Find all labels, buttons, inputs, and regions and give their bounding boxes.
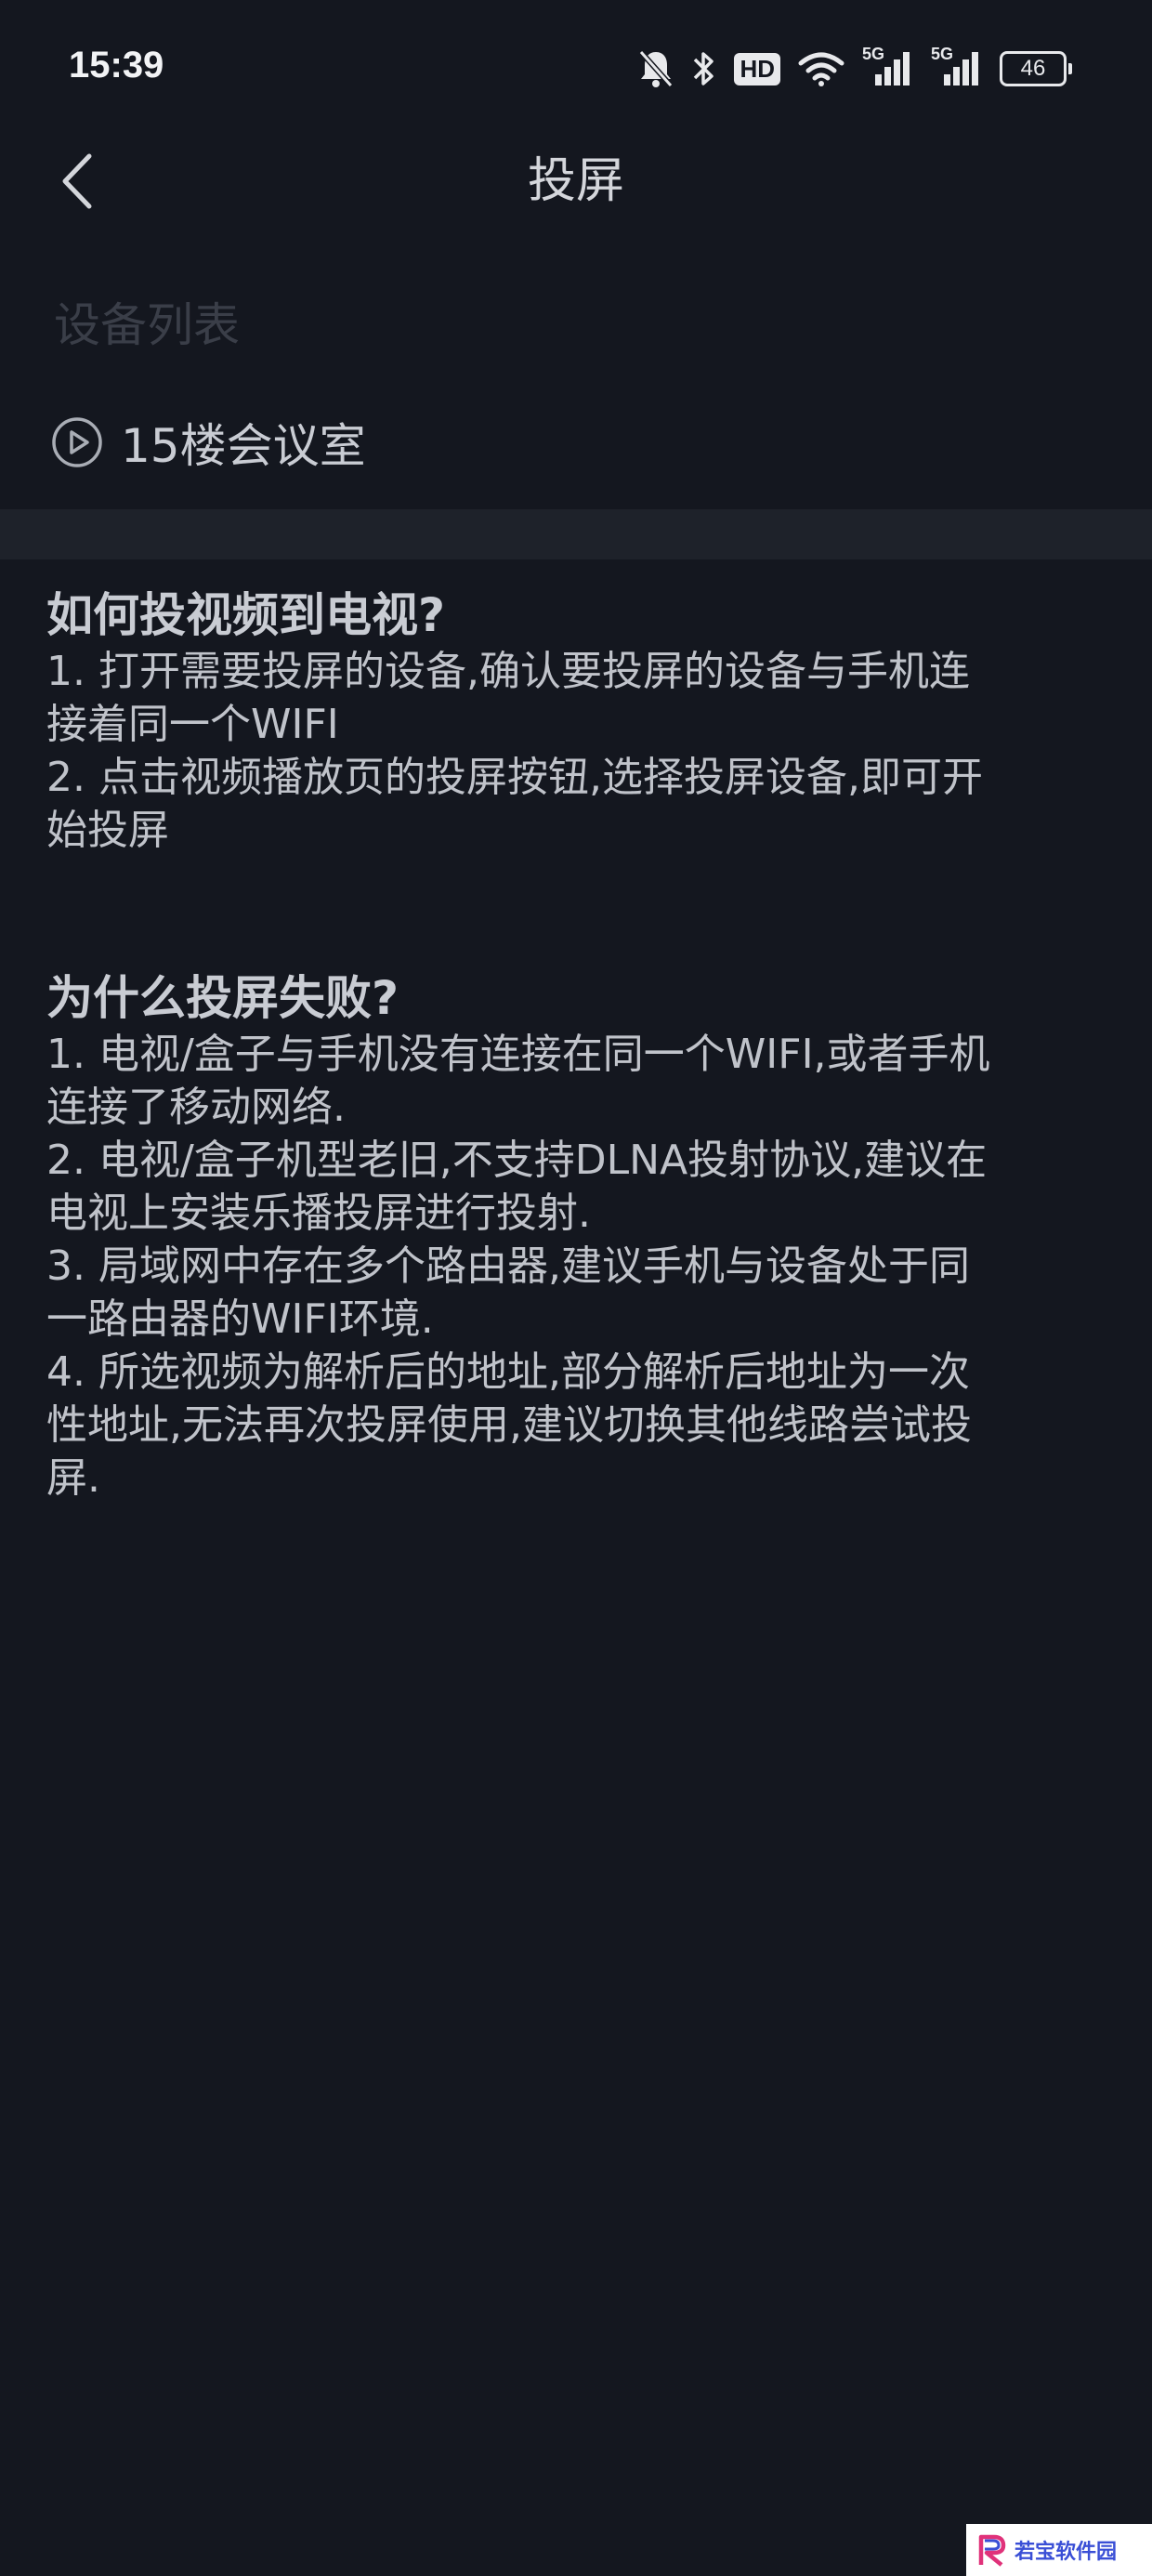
watermark-text: 若宝软件园: [1015, 2541, 1118, 2564]
help-line: 始投屏: [46, 807, 169, 854]
nav-bar: 投屏: [0, 130, 1152, 256]
hd-label: HD: [740, 54, 775, 83]
play-circle-icon: [52, 417, 102, 467]
help-why: 为什么投屏失败? 1. 电视/盒子与手机没有连接在同一个WIFI,或者手机 连接…: [46, 968, 1096, 1505]
device-item[interactable]: 15楼会议室: [50, 405, 366, 480]
bell-muted-icon: [637, 48, 674, 89]
status-icons: HD 5G 5G 46: [637, 45, 1072, 93]
help-line: 一路由器的WIFI环境.: [46, 1295, 434, 1343]
help-title: 如何投视频到电视?: [46, 588, 446, 642]
help-line: 接着同一个WIFI: [46, 701, 339, 748]
help-content: 如何投视频到电视? 1. 打开需要投屏的设备,确认要投屏的设备与手机连 接着同一…: [46, 585, 1096, 1505]
section-divider: [0, 509, 1152, 559]
help-line: 连接了移动网络.: [46, 1084, 346, 1131]
signal-label: 5G: [931, 45, 954, 63]
help-line: 2. 点击视频播放页的投屏按钮,选择投屏设备,即可开: [46, 754, 983, 801]
device-name: 15楼会议室: [121, 419, 366, 473]
help-line: 屏.: [46, 1454, 100, 1502]
status-time: 15:39: [69, 45, 164, 85]
signal-icon: 5G: [931, 45, 983, 87]
bluetooth-icon: [691, 48, 717, 89]
help-line: 1. 电视/盒子与手机没有连接在同一个WIFI,或者手机: [46, 1031, 990, 1078]
help-line: 性地址,无法再次投屏使用,建议切换其他线路尝试投: [46, 1401, 972, 1449]
battery-icon: 46: [1000, 51, 1072, 86]
signal-label: 5G: [862, 45, 885, 63]
wifi-icon: [797, 50, 845, 87]
help-line: 3. 局域网中存在多个路由器,建议手机与设备处于同: [46, 1242, 970, 1290]
help-line: 2. 电视/盒子机型老旧,不支持DLNA投射协议,建议在: [46, 1137, 988, 1184]
watermark: 若宝软件园: [966, 2524, 1152, 2576]
help-title: 为什么投屏失败?: [46, 971, 399, 1025]
page-title: 投屏: [527, 153, 624, 209]
help-line: 1. 打开需要投屏的设备,确认要投屏的设备与手机连: [46, 648, 970, 695]
logo-icon: [978, 2534, 1006, 2567]
hd-icon: HD: [734, 52, 780, 85]
device-list-label: 设备列表: [54, 298, 240, 352]
battery-level: 46: [1020, 56, 1046, 81]
signal-icon: 5G: [862, 45, 914, 87]
help-line: 电视上安装乐播投屏进行投射.: [46, 1189, 591, 1237]
help-how: 如何投视频到电视? 1. 打开需要投屏的设备,确认要投屏的设备与手机连 接着同一…: [46, 585, 1096, 857]
status-bar: 15:39 HD 5G 5G 46: [0, 0, 1152, 130]
help-line: 4. 所选视频为解析后的地址,部分解析后地址为一次: [46, 1348, 970, 1396]
